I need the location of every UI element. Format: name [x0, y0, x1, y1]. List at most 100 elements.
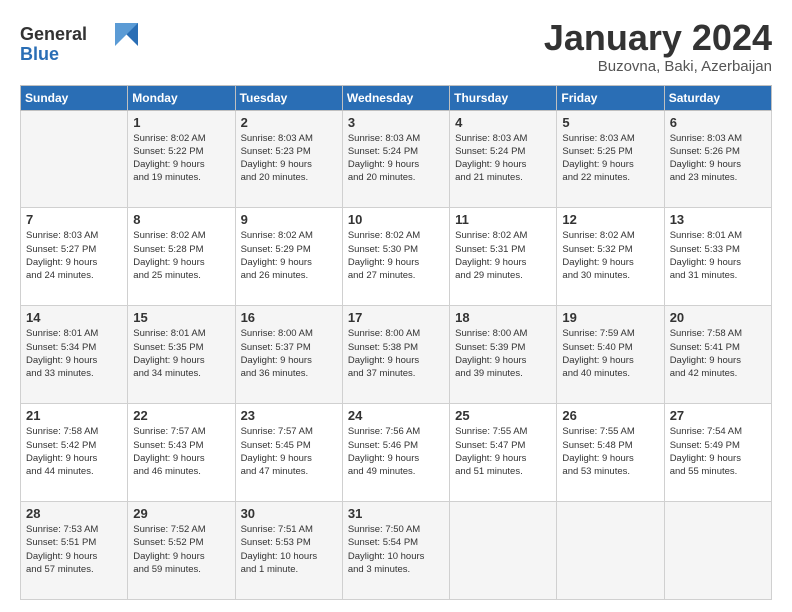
calendar-cell: 5Sunrise: 8:03 AMSunset: 5:25 PMDaylight…	[557, 110, 664, 208]
day-info: Sunrise: 7:59 AMSunset: 5:40 PMDaylight:…	[562, 327, 658, 380]
logo-text-block: General Blue	[20, 18, 140, 73]
calendar-cell	[21, 110, 128, 208]
calendar-cell: 27Sunrise: 7:54 AMSunset: 5:49 PMDayligh…	[664, 404, 771, 502]
weekday-header-wednesday: Wednesday	[342, 85, 449, 110]
day-number: 3	[348, 115, 444, 130]
calendar-cell: 25 Sunrise: 7:55 AMSunset: 5:47 PMDayligh…	[450, 404, 557, 502]
svg-text:General: General	[20, 24, 87, 44]
day-number: 12	[562, 212, 658, 227]
day-info: Sunrise: 7:53 AMSunset: 5:51 PMDaylight:…	[26, 523, 122, 576]
calendar-cell: 6 Sunrise: 8:03 AMSunset: 5:26 PMDaylight…	[664, 110, 771, 208]
day-number: 2	[241, 115, 337, 130]
day-info: Sunrise: 8:01 AMSunset: 5:35 PMDaylight:…	[133, 327, 229, 380]
calendar-cell: 30Sunrise: 7:51 AMSunset: 5:53 PMDayligh…	[235, 502, 342, 600]
day-info: Sunrise: 8:03 AMSunset: 5:24 PMDaylight:…	[348, 132, 444, 185]
header-row: SundayMondayTuesdayWednesdayThursdayFrid…	[21, 85, 772, 110]
day-info: Sunrise: 8:01 AMSunset: 5:33 PMDaylight:…	[670, 229, 766, 282]
calendar-cell: 28 Sunrise: 7:53 AMSunset: 5:51 PMDayligh…	[21, 502, 128, 600]
calendar-cell: 10 Sunrise: 8:02 AMSunset: 5:30 PMDayligh…	[342, 208, 449, 306]
day-number: 6	[670, 115, 766, 130]
day-number: 17	[348, 310, 444, 325]
day-info: Sunrise: 7:55 AMSunset: 5:48 PMDaylight:…	[562, 425, 658, 478]
day-info: Sunrise: 8:03 AMSunset: 5:27 PMDaylight:…	[26, 229, 122, 282]
day-number: 20	[670, 310, 766, 325]
day-info: Sunrise: 8:02 AMSunset: 5:32 PMDaylight:…	[562, 229, 658, 282]
day-info: Sunrise: 7:58 AMSunset: 5:42 PMDaylight:…	[26, 425, 122, 478]
day-info: Sunrise: 8:02 AMSunset: 5:31 PMDaylight:…	[455, 229, 551, 282]
calendar-week-1: 1Sunrise: 8:02 AMSunset: 5:22 PMDaylight…	[21, 110, 772, 208]
day-info: Sunrise: 7:55 AMSunset: 5:47 PMDaylight:…	[455, 425, 551, 478]
calendar-cell: 1Sunrise: 8:02 AMSunset: 5:22 PMDaylight…	[128, 110, 235, 208]
calendar-cell: 26Sunrise: 7:55 AMSunset: 5:48 PMDayligh…	[557, 404, 664, 502]
day-number: 5	[562, 115, 658, 130]
calendar-cell	[664, 502, 771, 600]
calendar-cell: 13 Sunrise: 8:01 AMSunset: 5:33 PMDayligh…	[664, 208, 771, 306]
day-info: Sunrise: 8:03 AMSunset: 5:26 PMDaylight:…	[670, 132, 766, 185]
calendar-cell: 21 Sunrise: 7:58 AMSunset: 5:42 PMDayligh…	[21, 404, 128, 502]
day-number: 1	[133, 115, 229, 130]
svg-text:Blue: Blue	[20, 44, 59, 64]
calendar-cell: 17 Sunrise: 8:00 AMSunset: 5:38 PMDayligh…	[342, 306, 449, 404]
weekday-header-monday: Monday	[128, 85, 235, 110]
day-number: 23	[241, 408, 337, 423]
day-info: Sunrise: 7:57 AMSunset: 5:45 PMDaylight:…	[241, 425, 337, 478]
day-number: 28	[26, 506, 122, 521]
day-number: 13	[670, 212, 766, 227]
weekday-header-tuesday: Tuesday	[235, 85, 342, 110]
calendar-cell: 23 Sunrise: 7:57 AMSunset: 5:45 PMDayligh…	[235, 404, 342, 502]
day-number: 27	[670, 408, 766, 423]
logo: General Blue	[20, 18, 140, 73]
day-info: Sunrise: 7:56 AMSunset: 5:46 PMDaylight:…	[348, 425, 444, 478]
month-title: January 2024	[544, 18, 772, 58]
calendar-cell: 18Sunrise: 8:00 AMSunset: 5:39 PMDayligh…	[450, 306, 557, 404]
day-info: Sunrise: 8:02 AMSunset: 5:30 PMDaylight:…	[348, 229, 444, 282]
calendar-cell: 7 Sunrise: 8:03 AMSunset: 5:27 PMDaylight…	[21, 208, 128, 306]
calendar-cell: 11Sunrise: 8:02 AMSunset: 5:31 PMDayligh…	[450, 208, 557, 306]
weekday-header-saturday: Saturday	[664, 85, 771, 110]
day-number: 18	[455, 310, 551, 325]
day-number: 10	[348, 212, 444, 227]
day-number: 24	[348, 408, 444, 423]
day-number: 22	[133, 408, 229, 423]
day-info: Sunrise: 8:03 AMSunset: 5:23 PMDaylight:…	[241, 132, 337, 185]
calendar-cell: 3 Sunrise: 8:03 AMSunset: 5:24 PMDaylight…	[342, 110, 449, 208]
calendar-cell: 31Sunrise: 7:50 AMSunset: 5:54 PMDayligh…	[342, 502, 449, 600]
day-info: Sunrise: 8:02 AMSunset: 5:29 PMDaylight:…	[241, 229, 337, 282]
day-number: 21	[26, 408, 122, 423]
day-number: 7	[26, 212, 122, 227]
calendar-cell: 9Sunrise: 8:02 AMSunset: 5:29 PMDaylight…	[235, 208, 342, 306]
day-info: Sunrise: 7:57 AMSunset: 5:43 PMDaylight:…	[133, 425, 229, 478]
calendar-cell: 29Sunrise: 7:52 AMSunset: 5:52 PMDayligh…	[128, 502, 235, 600]
calendar-cell: 12 Sunrise: 8:02 AMSunset: 5:32 PMDayligh…	[557, 208, 664, 306]
calendar-cell: 16Sunrise: 8:00 AMSunset: 5:37 PMDayligh…	[235, 306, 342, 404]
day-info: Sunrise: 8:00 AMSunset: 5:37 PMDaylight:…	[241, 327, 337, 380]
logo-svg: General Blue	[20, 18, 140, 68]
page: General Blue January 2024 Buzovna, Baki,…	[0, 0, 792, 612]
calendar-cell: 4 Sunrise: 8:03 AMSunset: 5:24 PMDaylight…	[450, 110, 557, 208]
calendar-cell: 15Sunrise: 8:01 AMSunset: 5:35 PMDayligh…	[128, 306, 235, 404]
calendar-week-5: 28 Sunrise: 7:53 AMSunset: 5:51 PMDayligh…	[21, 502, 772, 600]
header: General Blue January 2024 Buzovna, Baki,…	[20, 18, 772, 75]
day-info: Sunrise: 8:00 AMSunset: 5:38 PMDaylight:…	[348, 327, 444, 380]
day-number: 14	[26, 310, 122, 325]
weekday-header-thursday: Thursday	[450, 85, 557, 110]
day-info: Sunrise: 8:03 AMSunset: 5:24 PMDaylight:…	[455, 132, 551, 185]
day-number: 29	[133, 506, 229, 521]
day-number: 8	[133, 212, 229, 227]
calendar-cell	[450, 502, 557, 600]
weekday-header-sunday: Sunday	[21, 85, 128, 110]
calendar-cell: 20Sunrise: 7:58 AMSunset: 5:41 PMDayligh…	[664, 306, 771, 404]
calendar-cell: 24 Sunrise: 7:56 AMSunset: 5:46 PMDayligh…	[342, 404, 449, 502]
calendar-table: SundayMondayTuesdayWednesdayThursdayFrid…	[20, 85, 772, 600]
day-info: Sunrise: 7:51 AMSunset: 5:53 PMDaylight:…	[241, 523, 337, 576]
title-block: January 2024 Buzovna, Baki, Azerbaijan	[544, 18, 772, 75]
day-number: 25	[455, 408, 551, 423]
calendar-week-4: 21 Sunrise: 7:58 AMSunset: 5:42 PMDayligh…	[21, 404, 772, 502]
location-subtitle: Buzovna, Baki, Azerbaijan	[544, 58, 772, 75]
calendar-week-2: 7 Sunrise: 8:03 AMSunset: 5:27 PMDaylight…	[21, 208, 772, 306]
weekday-header-friday: Friday	[557, 85, 664, 110]
calendar-cell: 19Sunrise: 7:59 AMSunset: 5:40 PMDayligh…	[557, 306, 664, 404]
day-info: Sunrise: 8:01 AMSunset: 5:34 PMDaylight:…	[26, 327, 122, 380]
day-number: 31	[348, 506, 444, 521]
day-number: 4	[455, 115, 551, 130]
